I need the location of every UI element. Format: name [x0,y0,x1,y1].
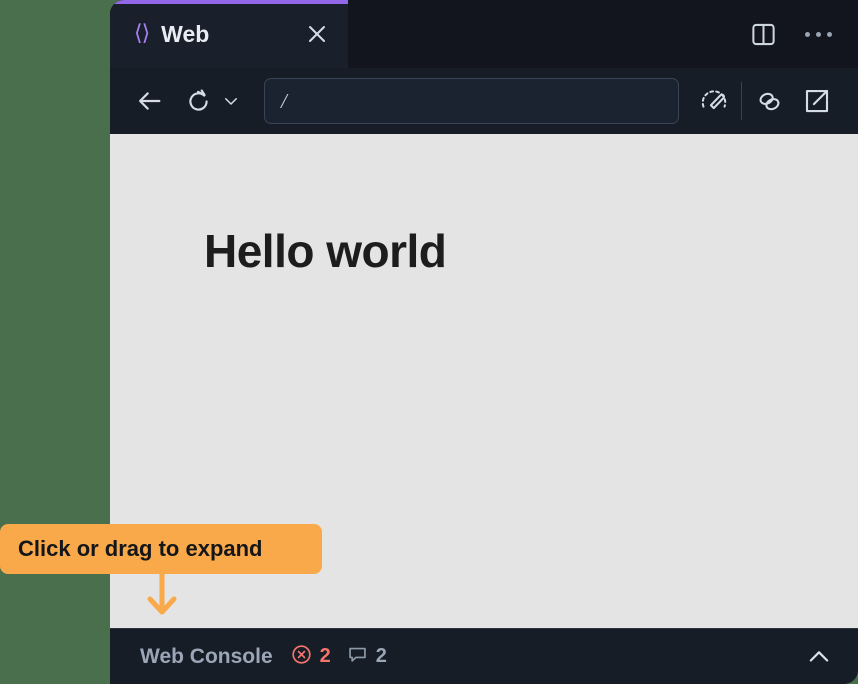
browser-window: ⟨⟩ Web / Hello world Web Console 2 2 [110,0,858,684]
reload-group [178,81,244,121]
link-icon[interactable] [746,79,792,123]
toolbar-divider [741,82,742,120]
arrow-down-icon [146,569,178,616]
expand-tooltip: Click or drag to expand [0,524,322,574]
toolbar-right-actions [691,79,840,123]
circle-x-icon [291,644,312,670]
performance-icon[interactable] [691,79,737,123]
more-options-icon[interactable] [803,26,834,43]
tab-web[interactable]: ⟨⟩ Web [110,0,348,68]
back-button[interactable] [130,81,170,121]
close-icon[interactable] [304,21,330,47]
page-title: Hello world [204,225,447,277]
tab-label: Web [161,20,210,47]
url-value: / [281,88,287,113]
url-input[interactable]: / [264,78,679,124]
error-count: 2 [319,645,331,667]
expand-tooltip-label: Click or drag to expand [18,536,263,561]
browser-toolbar: / [110,68,858,134]
error-count-group[interactable]: 2 [291,644,331,670]
code-brackets-icon: ⟨⟩ [134,21,150,46]
message-count-group[interactable]: 2 [347,644,387,670]
web-console-bar[interactable]: Web Console 2 2 [110,628,858,684]
speech-bubble-icon [347,644,368,670]
reload-button[interactable] [178,81,218,121]
chevron-down-icon[interactable] [218,85,244,117]
web-console-label: Web Console [140,644,273,668]
message-count: 2 [375,645,387,667]
open-external-icon[interactable] [794,79,840,123]
tab-strip-actions [348,0,858,68]
tab-strip: ⟨⟩ Web [110,0,858,68]
split-view-icon[interactable] [750,21,777,48]
chevron-up-icon[interactable] [802,640,836,674]
